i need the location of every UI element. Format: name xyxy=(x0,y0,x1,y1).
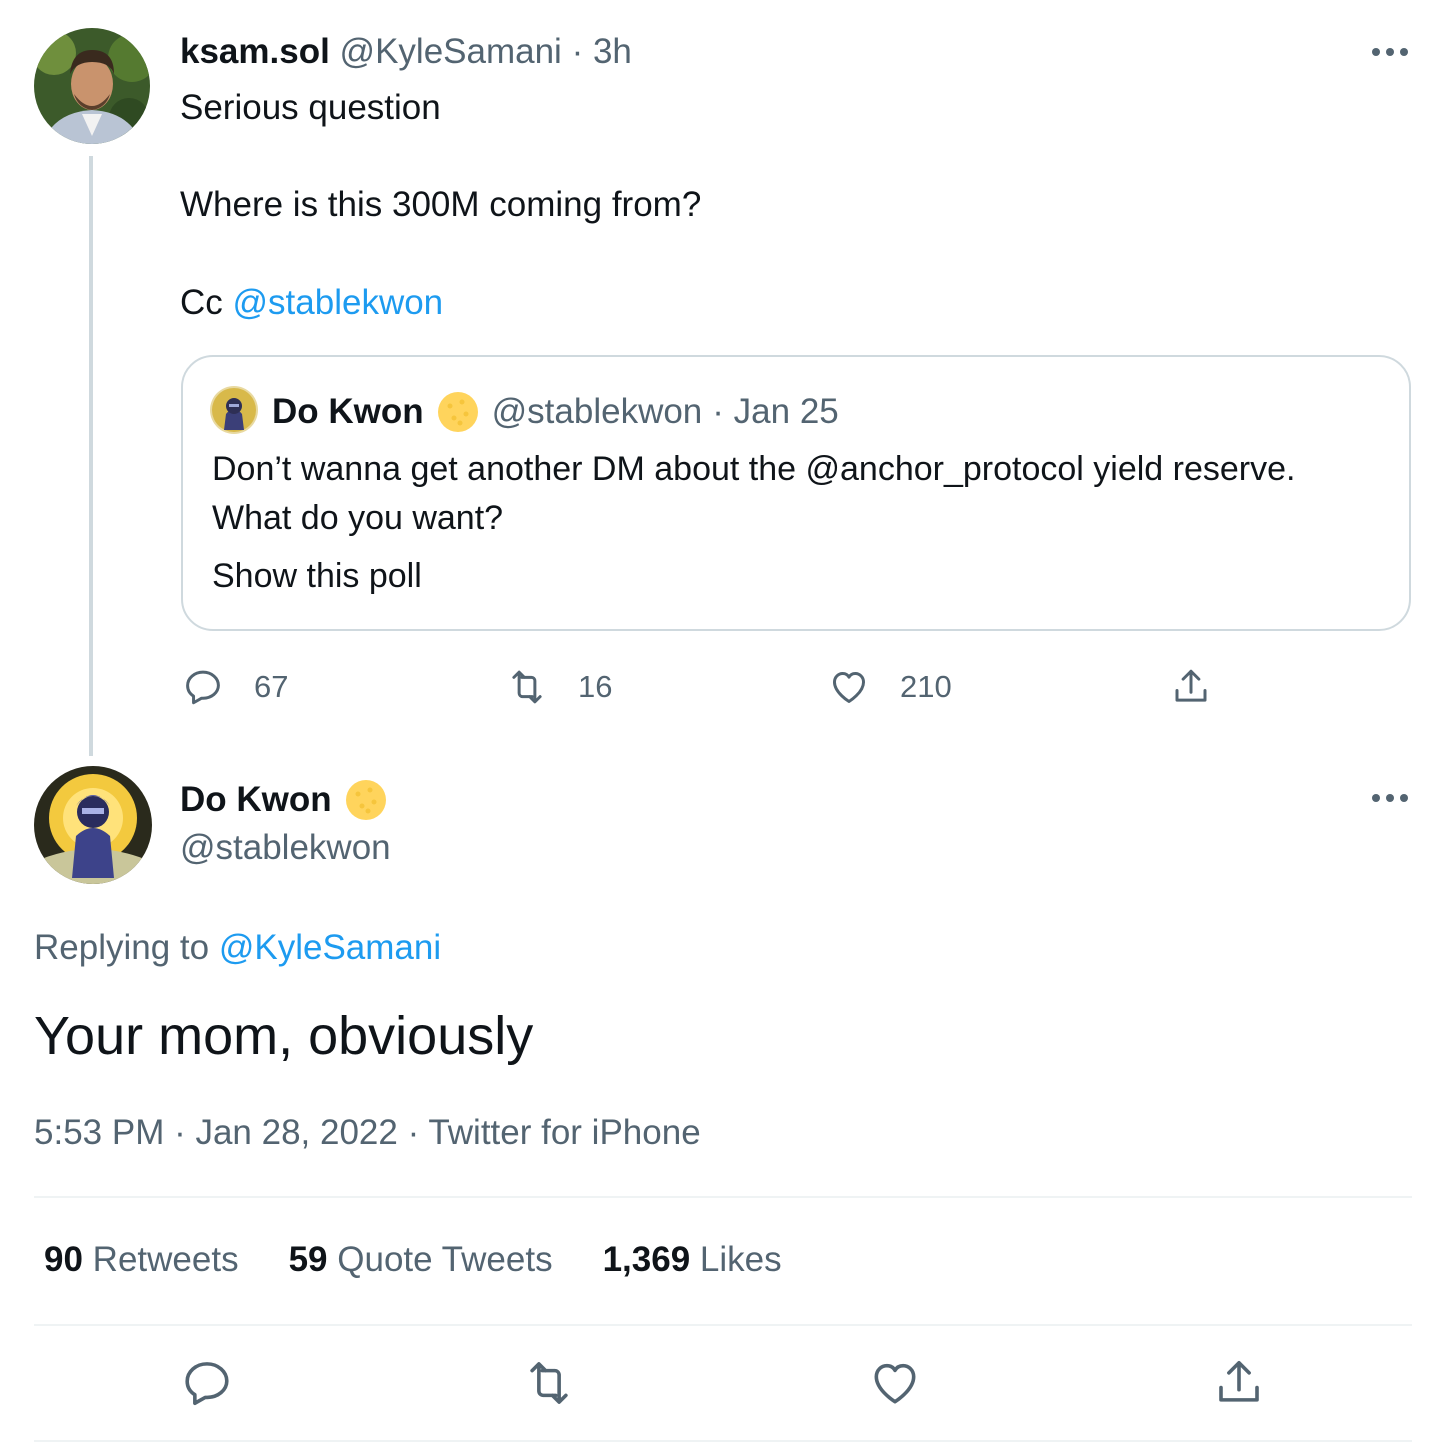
retweets-count: 90 xyxy=(44,1240,83,1279)
heart-icon xyxy=(874,1363,916,1404)
parent-handle[interactable]: @KyleSamani xyxy=(340,32,562,71)
reply-handle[interactable]: @stablekwon xyxy=(180,828,391,868)
replying-to-link[interactable]: @KyleSamani xyxy=(219,928,441,967)
quoted-text-line2: What do you want? xyxy=(212,499,504,537)
reply-action[interactable]: 67 xyxy=(182,666,288,708)
more-options-icon[interactable] xyxy=(1368,788,1412,808)
thread-line xyxy=(89,156,93,756)
reply-icon xyxy=(186,670,220,705)
show-poll-link[interactable]: Show this poll xyxy=(212,557,422,596)
more-options-icon[interactable] xyxy=(1368,42,1412,62)
likes-count: 1,369 xyxy=(602,1240,691,1279)
like-action[interactable]: 210 xyxy=(828,666,952,708)
likes-label: Likes xyxy=(699,1240,782,1279)
share-icon xyxy=(1219,1360,1259,1402)
avatar-kylesamani[interactable] xyxy=(34,28,150,144)
reply-display-name[interactable]: Do Kwon xyxy=(180,780,332,820)
replying-to: Replying to @KyleSamani xyxy=(34,928,441,968)
like-button[interactable] xyxy=(868,1356,922,1410)
divider xyxy=(34,1196,1412,1198)
retweet-count: 16 xyxy=(578,669,613,704)
quoted-handle: @stablekwon xyxy=(491,392,703,431)
share-icon xyxy=(1175,669,1207,702)
mention-stablekwon-link[interactable]: @stablekwon xyxy=(233,283,444,322)
quoted-avatar xyxy=(210,386,258,434)
cc-prefix: Cc xyxy=(180,283,223,322)
quoted-text-line1: Don’t wanna get another DM about the @an… xyxy=(212,450,1296,488)
retweet-icon xyxy=(530,1362,568,1404)
parent-time[interactable]: · 3h xyxy=(572,32,632,71)
quotes-count: 59 xyxy=(288,1240,328,1279)
cookie-badge-icon xyxy=(344,778,388,822)
divider xyxy=(34,1324,1412,1326)
heart-icon xyxy=(832,672,866,704)
engagement-stats: 90 Retweets 59 Quote Tweets 1,369 Likes xyxy=(44,1240,832,1280)
retweet-action[interactable]: 16 xyxy=(506,666,612,708)
divider xyxy=(34,1440,1412,1442)
parent-cc-line: Cc @stablekwon xyxy=(180,283,443,323)
retweets-stat[interactable]: 90 Retweets xyxy=(44,1240,239,1280)
parent-display-name[interactable]: ksam.sol xyxy=(180,32,330,71)
reply-author-name[interactable]: Do Kwon xyxy=(180,778,400,822)
parent-text-line2: Where is this 300M coming from? xyxy=(180,185,702,224)
quoted-date: · Jan 25 xyxy=(712,392,839,431)
replying-prefix: Replying to xyxy=(34,928,210,967)
parent-text-line1: Serious question xyxy=(180,88,441,127)
quoted-header: Do Kwon @stablekwon · Jan 25 xyxy=(272,390,839,434)
share-action[interactable] xyxy=(1170,666,1212,708)
quote-tweets-stat[interactable]: 59 Quote Tweets xyxy=(289,1240,553,1280)
retweet-button[interactable] xyxy=(522,1356,576,1410)
likes-stat[interactable]: 1,369 Likes xyxy=(603,1240,782,1280)
like-count: 210 xyxy=(900,669,952,704)
avatar-stablekwon[interactable] xyxy=(34,766,152,884)
quoted-display-name: Do Kwon xyxy=(272,392,424,431)
share-button[interactable] xyxy=(1212,1356,1266,1410)
reply-button[interactable] xyxy=(180,1356,234,1410)
reply-timestamp[interactable]: 5:53 PM · Jan 28, 2022 · Twitter for iPh… xyxy=(34,1113,701,1153)
reply-count: 67 xyxy=(254,669,289,704)
reply-icon xyxy=(185,1362,229,1406)
cookie-badge-icon xyxy=(436,390,480,434)
parent-tweet-header: ksam.sol @KyleSamani · 3h xyxy=(180,32,632,72)
retweet-icon xyxy=(512,670,542,704)
retweets-label: Retweets xyxy=(92,1240,239,1279)
reply-tweet-text: Your mom, obviously xyxy=(34,1006,534,1066)
quotes-label: Quote Tweets xyxy=(337,1240,553,1279)
